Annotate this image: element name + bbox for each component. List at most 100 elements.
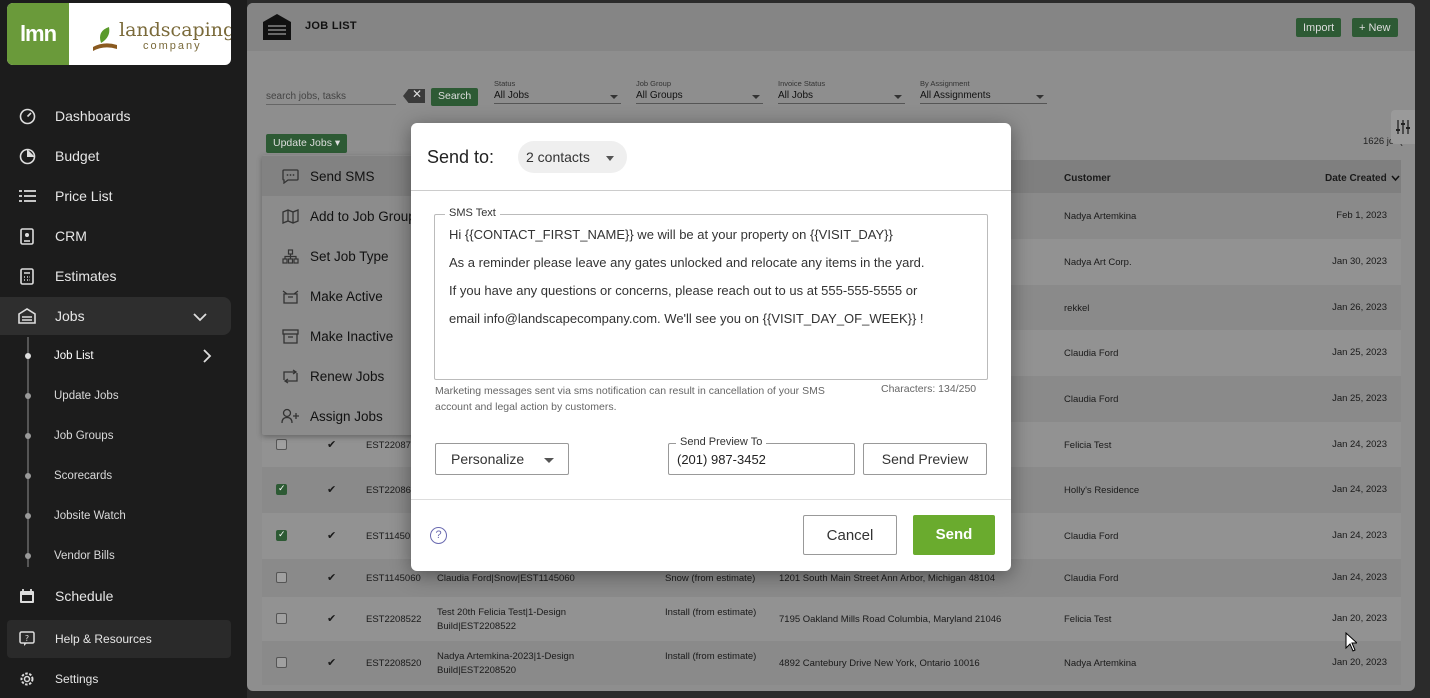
menu-renew-jobs[interactable]: Renew Jobs xyxy=(262,356,422,396)
active-check-icon: ✔ xyxy=(327,530,337,542)
job-date: Jan 26, 2023 xyxy=(1332,302,1387,313)
job-name: Nadya Artemkina-2023|1-Design Build|EST2… xyxy=(437,651,575,676)
filter-label: Status xyxy=(494,79,516,88)
chevron-down-icon[interactable] xyxy=(193,309,207,325)
job-customer: Claudia Ford xyxy=(1064,348,1119,359)
row-checkbox[interactable] xyxy=(276,657,287,668)
send-preview-to-field[interactable]: Send Preview To (201) 987-3452 xyxy=(668,436,855,475)
nav-label: Estimates xyxy=(55,268,117,284)
nav-budget[interactable]: Budget xyxy=(0,137,231,175)
job-name: Claudia Ford|Snow|EST1145060 xyxy=(437,573,575,584)
active-check-icon: ✔ xyxy=(327,484,337,496)
menu-add-to-job-group[interactable]: Add to Job Group xyxy=(262,196,422,236)
row-checkbox[interactable] xyxy=(276,439,287,450)
brand-subtitle: company xyxy=(143,40,202,52)
chevron-right-icon[interactable] xyxy=(203,349,212,368)
row-checkbox[interactable] xyxy=(276,572,287,583)
filter-value[interactable]: All Assignments xyxy=(920,88,1047,104)
modal-divider xyxy=(411,499,1011,500)
sms-line: As a reminder please leave any gates unl… xyxy=(449,255,925,270)
search-input[interactable]: search jobs, tasks xyxy=(266,88,396,105)
job-date: Feb 1, 2023 xyxy=(1336,210,1387,221)
nav-settings[interactable]: Settings xyxy=(0,660,231,698)
subnav-update-jobs[interactable]: Update Jobs xyxy=(54,390,119,402)
filter-value[interactable]: All Groups xyxy=(636,88,763,104)
job-customer: Holly's Residence xyxy=(1064,485,1140,496)
active-check-icon: ✔ xyxy=(327,439,337,451)
nav-price-list[interactable]: Price List xyxy=(0,177,231,215)
cancel-button[interactable]: Cancel xyxy=(803,515,897,555)
search-button[interactable]: Search xyxy=(431,88,479,106)
garage-icon xyxy=(263,14,291,40)
menu-label: Send SMS xyxy=(310,168,375,184)
job-customer: Felicia Test xyxy=(1064,440,1112,451)
menu-label: Make Active xyxy=(310,288,383,304)
subnav-job-list[interactable]: Job List xyxy=(54,350,94,362)
nav-dashboards[interactable]: Dashboards xyxy=(0,97,231,135)
nav-jobs[interactable]: Jobs xyxy=(0,297,231,335)
modal-title: Send to: xyxy=(427,147,495,167)
import-button[interactable]: Import xyxy=(1296,18,1342,37)
table-row[interactable]: ✔ EST2208522 Test 20th Felicia Test|1-Desi… xyxy=(262,597,1401,641)
menu-set-job-type[interactable]: Set Job Type xyxy=(262,236,422,276)
menu-label: Make Inactive xyxy=(310,328,394,344)
job-date: Jan 24, 2023 xyxy=(1332,439,1387,450)
leaf-logo-icon xyxy=(93,27,117,51)
row-checkbox[interactable] xyxy=(276,613,287,624)
col-date-created[interactable]: Date Created xyxy=(1325,173,1387,184)
invoice-status-select[interactable]: Invoice Status All Jobs xyxy=(778,79,905,104)
menu-label: Add to Job Group xyxy=(310,208,416,224)
row-checkbox[interactable] xyxy=(276,483,287,495)
menu-send-sms[interactable]: Send SMS xyxy=(262,156,422,196)
nav-estimates[interactable]: Estimates xyxy=(0,257,231,295)
subnav-scorecards[interactable]: Scorecards xyxy=(54,470,112,482)
menu-assign-jobs[interactable]: Assign Jobs xyxy=(262,396,422,436)
row-checkbox[interactable] xyxy=(276,529,287,541)
filter-value[interactable]: All Jobs xyxy=(778,88,905,104)
job-id: EST22086 xyxy=(366,485,411,496)
send-preview-button[interactable]: Send Preview xyxy=(863,443,987,475)
job-type: Install (from estimate) xyxy=(665,607,757,618)
column-settings-tab[interactable] xyxy=(1391,110,1415,144)
nav-crm[interactable]: CRM xyxy=(0,217,231,255)
active-check-icon: ✔ xyxy=(327,613,337,625)
status-select[interactable]: Status All Jobs xyxy=(494,79,621,104)
job-name: Test 20th Felicia Test|1-Design Build|ES… xyxy=(437,607,567,632)
nav-schedule[interactable]: Schedule xyxy=(0,577,231,615)
new-button[interactable]: + New xyxy=(1352,18,1398,37)
subnav-jobsite-watch[interactable]: Jobsite Watch xyxy=(54,510,126,522)
col-customer[interactable]: Customer xyxy=(1064,173,1111,184)
contacts-dropdown[interactable]: 2 contacts xyxy=(518,141,627,173)
clear-search-icon[interactable]: ✕ xyxy=(403,89,425,103)
assignment-select[interactable]: By Assignment All Assignments xyxy=(920,79,1047,104)
garage-icon xyxy=(18,307,36,325)
table-row[interactable]: ✔ EST2208520 Nadya Artemkina-2023|1-Design… xyxy=(262,641,1401,685)
send-sms-modal: Send to: 2 contacts SMS Text Hi {{CONTAC… xyxy=(411,123,1011,571)
job-group-select[interactable]: Job Group All Groups xyxy=(636,79,763,104)
personalize-dropdown[interactable]: Personalize xyxy=(435,443,569,475)
job-customer: Nadya Art Corp. xyxy=(1064,257,1132,268)
send-button[interactable]: Send xyxy=(913,515,995,555)
tree-dot xyxy=(25,473,31,479)
nav-help[interactable]: ? Help & Resources xyxy=(0,620,231,658)
menu-label: Set Job Type xyxy=(310,248,389,264)
phone-value[interactable]: (201) 987-3452 xyxy=(677,452,766,467)
sms-text-area[interactable]: SMS Text Hi {{CONTACT_FIRST_NAME}} we wi… xyxy=(434,207,988,380)
help-icon[interactable]: ? xyxy=(430,527,447,544)
add-user-icon xyxy=(280,407,300,425)
update-jobs-button[interactable]: Update Jobs ▾ xyxy=(266,134,348,153)
company-logo[interactable]: lmn landscaping company xyxy=(7,3,231,65)
menu-make-active[interactable]: Make Active xyxy=(262,276,422,316)
subnav-job-groups[interactable]: Job Groups xyxy=(54,430,113,442)
hierarchy-icon xyxy=(280,247,300,265)
job-id: EST1145060 xyxy=(366,573,421,584)
filter-label: By Assignment xyxy=(920,79,970,88)
nav-label: Price List xyxy=(55,188,113,204)
job-customer: Claudia Ford xyxy=(1064,394,1119,405)
menu-make-inactive[interactable]: Make Inactive xyxy=(262,316,422,356)
sort-down-icon[interactable] xyxy=(1391,174,1400,185)
job-date: Jan 20, 2023 xyxy=(1332,613,1387,624)
nav-label: Jobs xyxy=(55,308,85,324)
filter-value[interactable]: All Jobs xyxy=(494,88,621,104)
subnav-vendor-bills[interactable]: Vendor Bills xyxy=(54,550,115,562)
